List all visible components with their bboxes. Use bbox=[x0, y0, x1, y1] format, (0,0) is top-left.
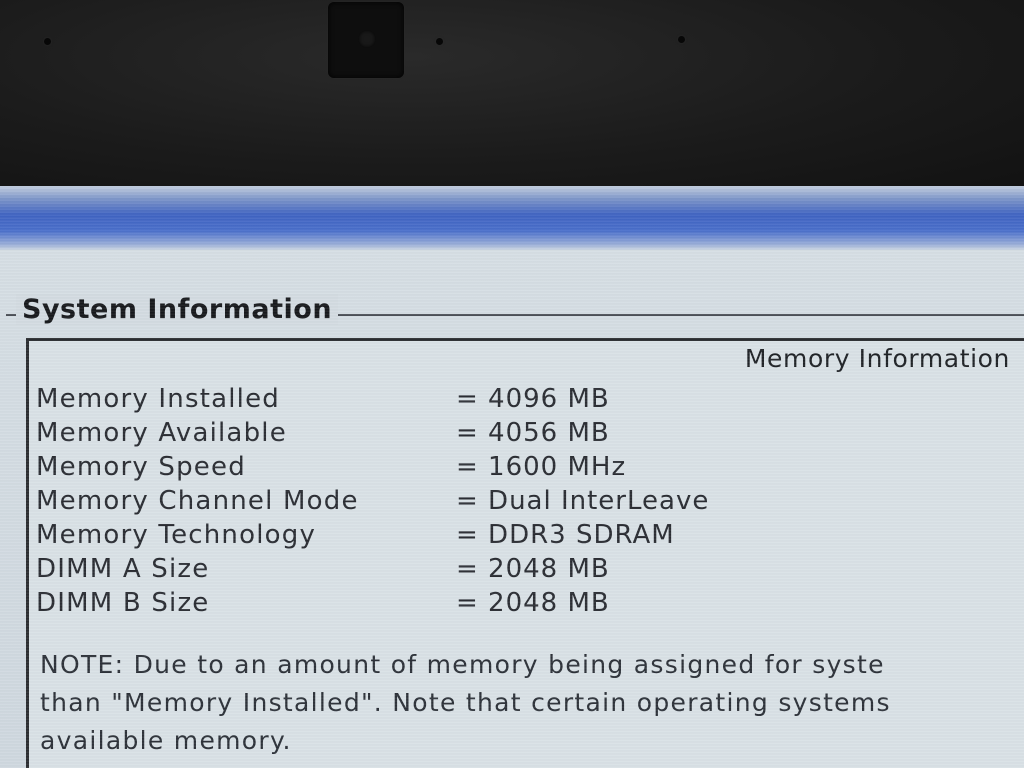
bezel-screw bbox=[44, 38, 51, 45]
memory-label: Memory Installed bbox=[36, 384, 280, 414]
group-box-title: System Information bbox=[16, 294, 339, 325]
memory-value: = 1600 MHz bbox=[456, 452, 627, 482]
memory-label: Memory Channel Mode bbox=[36, 486, 359, 516]
memory-label: DIMM A Size bbox=[36, 554, 210, 584]
memory-label: DIMM B Size bbox=[36, 588, 210, 618]
memory-value: = 2048 MB bbox=[456, 554, 610, 584]
memory-value: = 4096 MB bbox=[456, 384, 610, 414]
memory-value: = Dual InterLeave bbox=[456, 486, 710, 516]
bezel-screw bbox=[678, 36, 685, 43]
memory-label: Memory Technology bbox=[36, 520, 317, 550]
memory-row-dimm-a: DIMM A Size = 2048 MB bbox=[36, 554, 796, 588]
note-line: than "Memory Installed". Note that certa… bbox=[40, 688, 891, 717]
bios-screen: System Information Memory Information Me… bbox=[0, 186, 1024, 768]
memory-row-speed: Memory Speed = 1600 MHz bbox=[36, 452, 796, 486]
bezel-mic-hole bbox=[436, 38, 443, 45]
memory-label: Memory Speed bbox=[36, 452, 246, 482]
memory-row-dimm-b: DIMM B Size = 2048 MB bbox=[36, 588, 796, 622]
memory-row-channel-mode: Memory Channel Mode = Dual InterLeave bbox=[36, 486, 796, 520]
laptop-bezel bbox=[0, 0, 1024, 190]
memory-row-installed: Memory Installed = 4096 MB bbox=[36, 384, 796, 418]
webcam-lens bbox=[358, 30, 376, 48]
memory-label: Memory Available bbox=[36, 418, 287, 448]
memory-value: = 4056 MB bbox=[456, 418, 610, 448]
memory-row-technology: Memory Technology = DDR3 SDRAM bbox=[36, 520, 796, 554]
title-bar bbox=[0, 186, 1024, 250]
memory-note: NOTE: Due to an amount of memory being a… bbox=[40, 646, 1024, 760]
memory-value: = 2048 MB bbox=[456, 588, 610, 618]
note-line: available memory. bbox=[40, 726, 292, 755]
memory-row-available: Memory Available = 4056 MB bbox=[36, 418, 796, 452]
webcam-icon bbox=[328, 2, 404, 78]
photo-frame: System Information Memory Information Me… bbox=[0, 0, 1024, 768]
memory-value: = DDR3 SDRAM bbox=[456, 520, 675, 550]
note-line: NOTE: Due to an amount of memory being a… bbox=[40, 650, 885, 679]
section-header: Memory Information bbox=[744, 344, 1010, 373]
